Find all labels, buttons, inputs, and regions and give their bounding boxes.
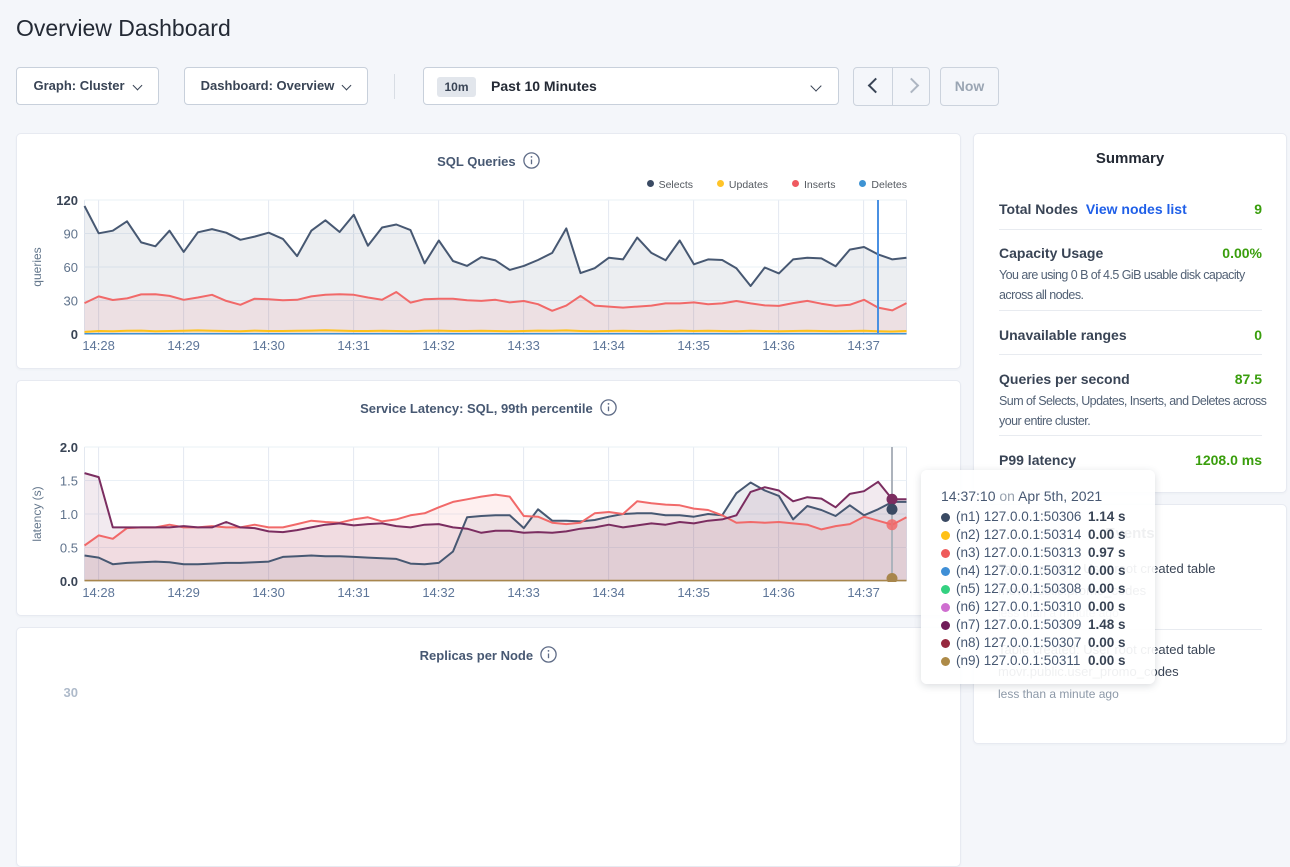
svg-text:30: 30 xyxy=(64,294,78,309)
svg-text:14:37: 14:37 xyxy=(847,338,880,353)
svg-text:0: 0 xyxy=(71,327,78,342)
svg-text:120: 120 xyxy=(56,193,78,208)
svg-text:14:28: 14:28 xyxy=(82,585,115,600)
svg-text:14:29: 14:29 xyxy=(167,338,200,353)
svg-text:14:33: 14:33 xyxy=(507,585,540,600)
svg-text:14:35: 14:35 xyxy=(677,585,710,600)
svg-text:latency (s): latency (s) xyxy=(30,486,44,541)
svg-text:14:34: 14:34 xyxy=(592,338,625,353)
svg-text:14:32: 14:32 xyxy=(422,338,455,353)
svg-text:14:29: 14:29 xyxy=(167,585,200,600)
svg-text:14:34: 14:34 xyxy=(592,585,625,600)
svg-text:14:35: 14:35 xyxy=(677,338,710,353)
svg-text:14:31: 14:31 xyxy=(337,585,370,600)
svg-text:14:32: 14:32 xyxy=(422,585,455,600)
svg-text:90: 90 xyxy=(64,227,78,242)
svg-text:2.0: 2.0 xyxy=(60,440,78,455)
svg-text:queries: queries xyxy=(30,247,44,286)
svg-text:14:36: 14:36 xyxy=(762,585,795,600)
svg-text:1.0: 1.0 xyxy=(60,507,78,522)
svg-text:14:31: 14:31 xyxy=(337,338,370,353)
svg-text:1.5: 1.5 xyxy=(60,474,78,489)
svg-text:14:36: 14:36 xyxy=(762,338,795,353)
svg-text:14:30: 14:30 xyxy=(252,585,285,600)
svg-text:0.0: 0.0 xyxy=(60,574,78,589)
svg-text:60: 60 xyxy=(64,260,78,275)
svg-text:14:37: 14:37 xyxy=(847,585,880,600)
svg-text:0.5: 0.5 xyxy=(60,541,78,556)
svg-text:14:33: 14:33 xyxy=(507,338,540,353)
svg-text:14:28: 14:28 xyxy=(82,338,115,353)
svg-text:14:30: 14:30 xyxy=(252,338,285,353)
